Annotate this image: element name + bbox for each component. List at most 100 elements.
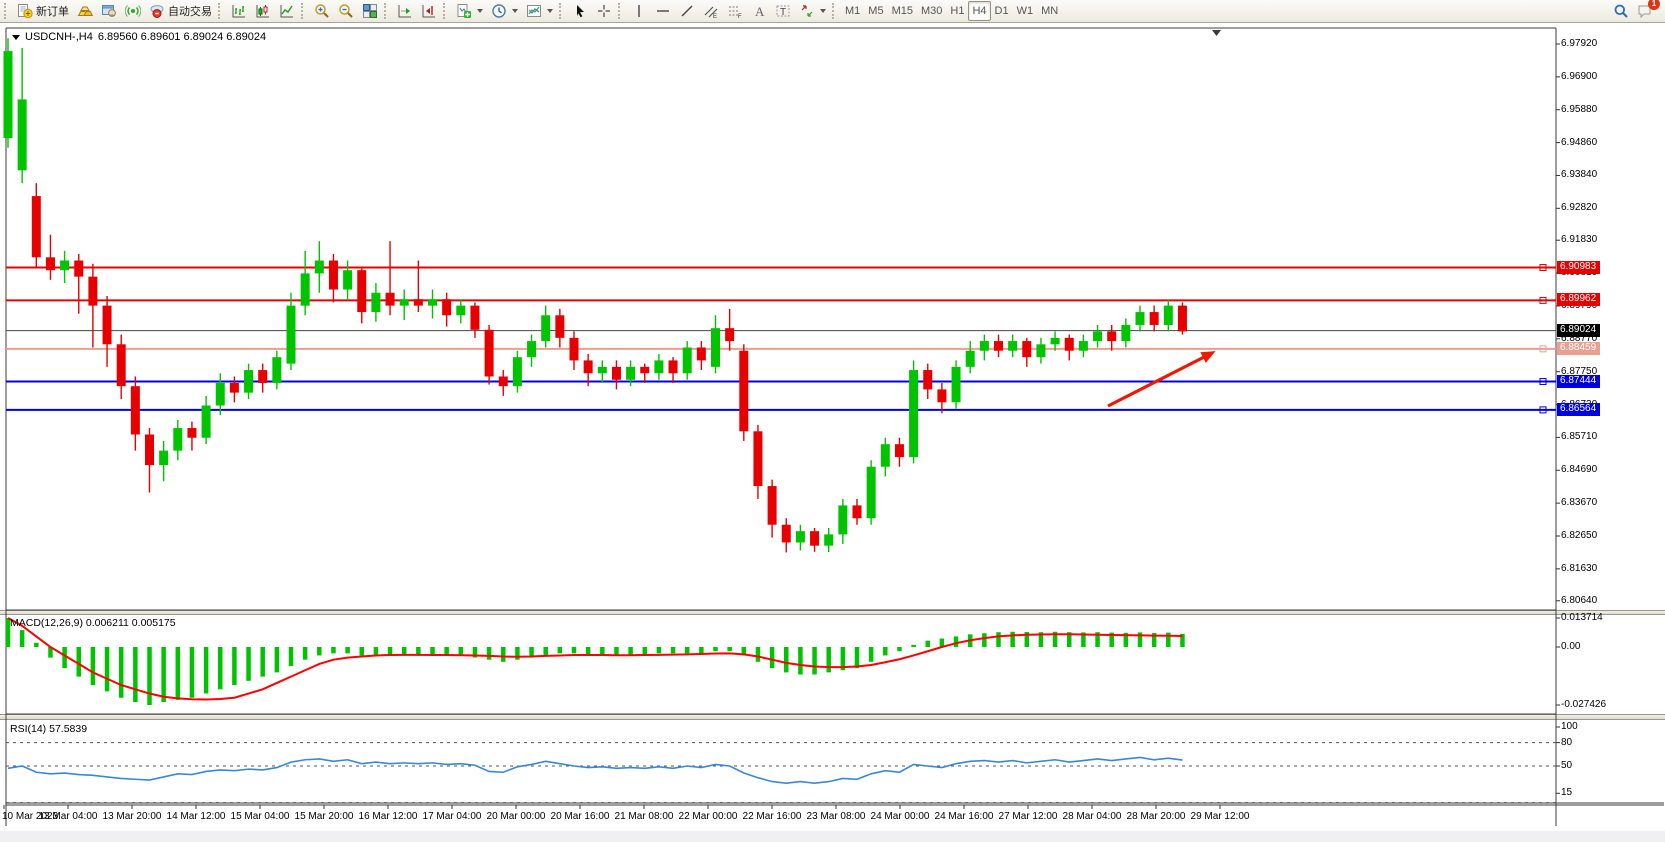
toolbar-grip[interactable] [301,3,307,19]
channel-button[interactable]: E [699,1,723,21]
candle [1093,331,1102,341]
autotrading-button[interactable]: 自动交易 [145,1,216,21]
trendline-button[interactable] [675,1,699,21]
current-price-label: 6.89024 [1557,324,1600,337]
vertical-line-button[interactable] [627,1,651,21]
chevron-down-icon[interactable] [12,35,20,40]
timeframe-mn-button[interactable]: MN [1037,1,1062,21]
macd-tick: -0.027426 [1561,699,1606,710]
candle [371,293,380,312]
candle [386,293,395,306]
candle [216,383,225,406]
search-button[interactable] [1609,1,1633,21]
candle [640,367,649,373]
templates-button[interactable] [522,1,557,21]
new-order-button[interactable]: 新订单 [13,1,73,21]
price-tick: 6.92820 [1561,202,1597,213]
chart-canvas[interactable] [0,23,1665,842]
chart-shift-marker[interactable] [1212,30,1221,36]
chat-notification-badge: 1 [1648,0,1660,10]
signal-button[interactable] [121,1,145,21]
arrows-button[interactable] [795,1,830,21]
candle [1150,312,1159,325]
candlestick-chart-button[interactable] [251,1,275,21]
crosshair-icon [596,3,612,19]
candle [131,386,140,434]
candles-layer [4,38,1187,552]
chart-shift-button[interactable] [417,1,441,21]
signal-icon [125,3,141,19]
autoscroll-icon [397,3,413,19]
toolbar-grip[interactable] [4,3,10,19]
timeframe-m1-button[interactable]: M1 [841,1,864,21]
price-line-label: 6.89962 [1557,293,1600,306]
crosshair-button[interactable] [592,1,616,21]
macd-tick: 0.013714 [1561,612,1603,623]
candle [4,51,13,138]
candle [909,370,918,457]
timeframe-h4-button[interactable]: H4 [968,1,990,21]
candle [414,299,423,305]
tile-windows-button[interactable] [358,1,382,21]
rsi-tick: 15 [1561,787,1572,798]
channel-icon: E [703,3,719,19]
candle [980,341,989,351]
text-button[interactable]: A [747,1,771,21]
zoom-in-button[interactable] [310,1,334,21]
timeframe-w1-button[interactable]: W1 [1013,1,1038,21]
toolbar-grip[interactable] [218,3,224,19]
chevron-down-icon [820,9,826,13]
rsi-tick: 50 [1561,760,1572,771]
candle [683,348,692,374]
candle [1107,331,1116,341]
candle [88,277,97,306]
price-tick: 6.91830 [1561,234,1597,245]
candle [952,367,961,402]
toolbar-grip[interactable] [559,3,565,19]
text-label-button[interactable]: T [771,1,795,21]
toolbar-grip[interactable] [832,3,838,19]
macd-values: 0.006211 0.005175 [86,617,176,629]
candle [626,367,635,380]
timeframe-d1-button[interactable]: D1 [991,1,1013,21]
candle [513,357,522,386]
gold-button[interactable] [73,1,97,21]
chart-profiles-button[interactable] [97,1,121,21]
price-line-label: 6.90983 [1557,261,1600,274]
rsi-tick: 80 [1561,737,1572,748]
horizontal-line-button[interactable] [651,1,675,21]
toolbar-grip[interactable] [443,3,449,19]
periods-icon [491,3,507,19]
candle [881,444,890,467]
svg-text:T: T [780,7,786,18]
bar-chart-button[interactable] [227,1,251,21]
candle [287,306,296,364]
autoscroll-button[interactable] [393,1,417,21]
line-chart-button[interactable] [275,1,299,21]
timeframe-h1-button[interactable]: H1 [946,1,968,21]
candle [46,257,55,270]
new-order-icon [17,3,33,19]
chat-button[interactable]: 1 [1633,1,1657,21]
zoom-out-button[interactable] [334,1,358,21]
timeframe-m30-button[interactable]: M30 [917,1,946,21]
price-tick: 6.93840 [1561,169,1597,180]
price-tick: 6.83670 [1561,497,1597,508]
arrow-annotation[interactable] [1108,351,1216,406]
price-line-label: 6.87444 [1557,375,1600,388]
candle [612,367,621,380]
toolbar-grip[interactable] [384,3,390,19]
timeframe-m5-button[interactable]: M5 [864,1,887,21]
cursor-button[interactable] [568,1,592,21]
rsi-line [8,757,1182,783]
toolbar-grip[interactable] [618,3,624,19]
candle [202,406,211,438]
add-indicator-button[interactable] [452,1,487,21]
templates-icon [526,3,542,19]
fibonacci-button[interactable]: F [723,1,747,21]
periods-button[interactable] [487,1,522,21]
price-tick: 6.82650 [1561,530,1597,541]
timeframe-m15-button[interactable]: M15 [888,1,917,21]
bar-chart-icon [231,3,247,19]
candle [456,306,465,316]
